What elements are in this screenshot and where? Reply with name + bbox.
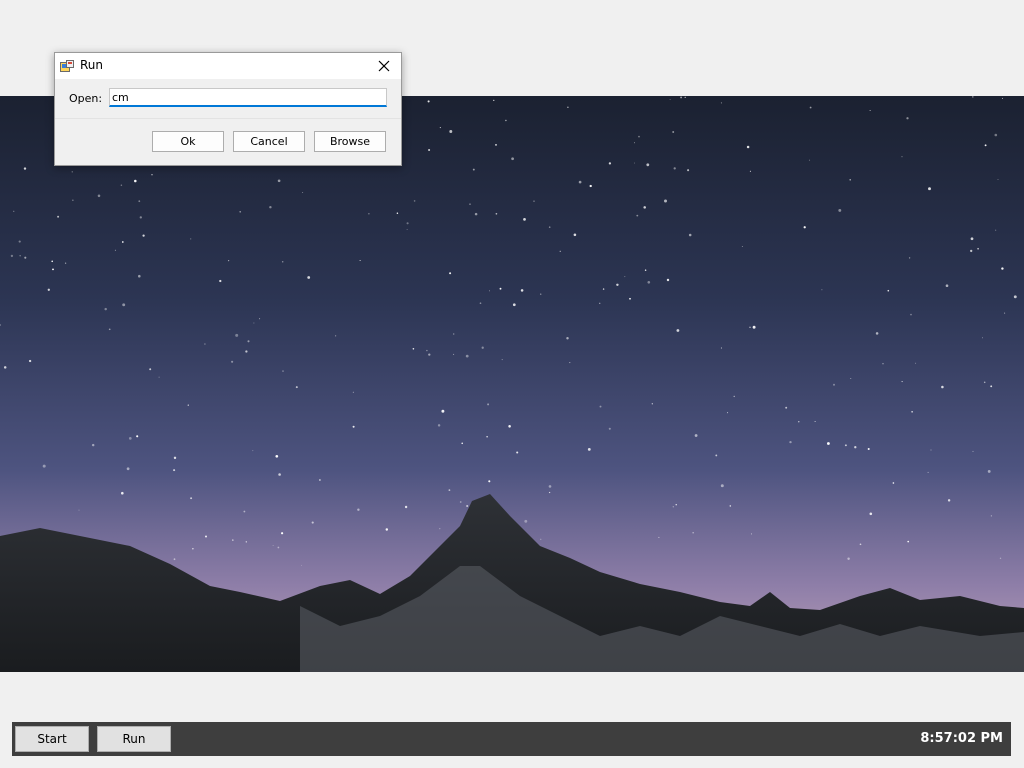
dialog-titlebar[interactable]: Run (55, 53, 401, 79)
close-icon (378, 60, 390, 72)
run-taskbar-button[interactable]: Run (97, 726, 171, 752)
desktop-wallpaper (0, 96, 1024, 672)
ok-button[interactable]: Ok (152, 131, 224, 152)
taskbar: Start Run 8:57:02 PM (12, 722, 1011, 756)
starry-mountain-image (0, 96, 1024, 672)
browse-button[interactable]: Browse (314, 131, 386, 152)
start-button[interactable]: Start (15, 726, 89, 752)
run-dialog: Run Open: Ok Cancel Browse (54, 52, 402, 166)
taskbar-clock: 8:57:02 PM (920, 731, 1003, 746)
cancel-button[interactable]: Cancel (233, 131, 305, 152)
open-input[interactable] (109, 88, 387, 107)
close-button[interactable] (367, 53, 401, 79)
dialog-title: Run (80, 58, 104, 72)
dialog-separator (55, 118, 401, 119)
run-app-icon (60, 59, 74, 73)
open-label: Open: (69, 92, 103, 105)
